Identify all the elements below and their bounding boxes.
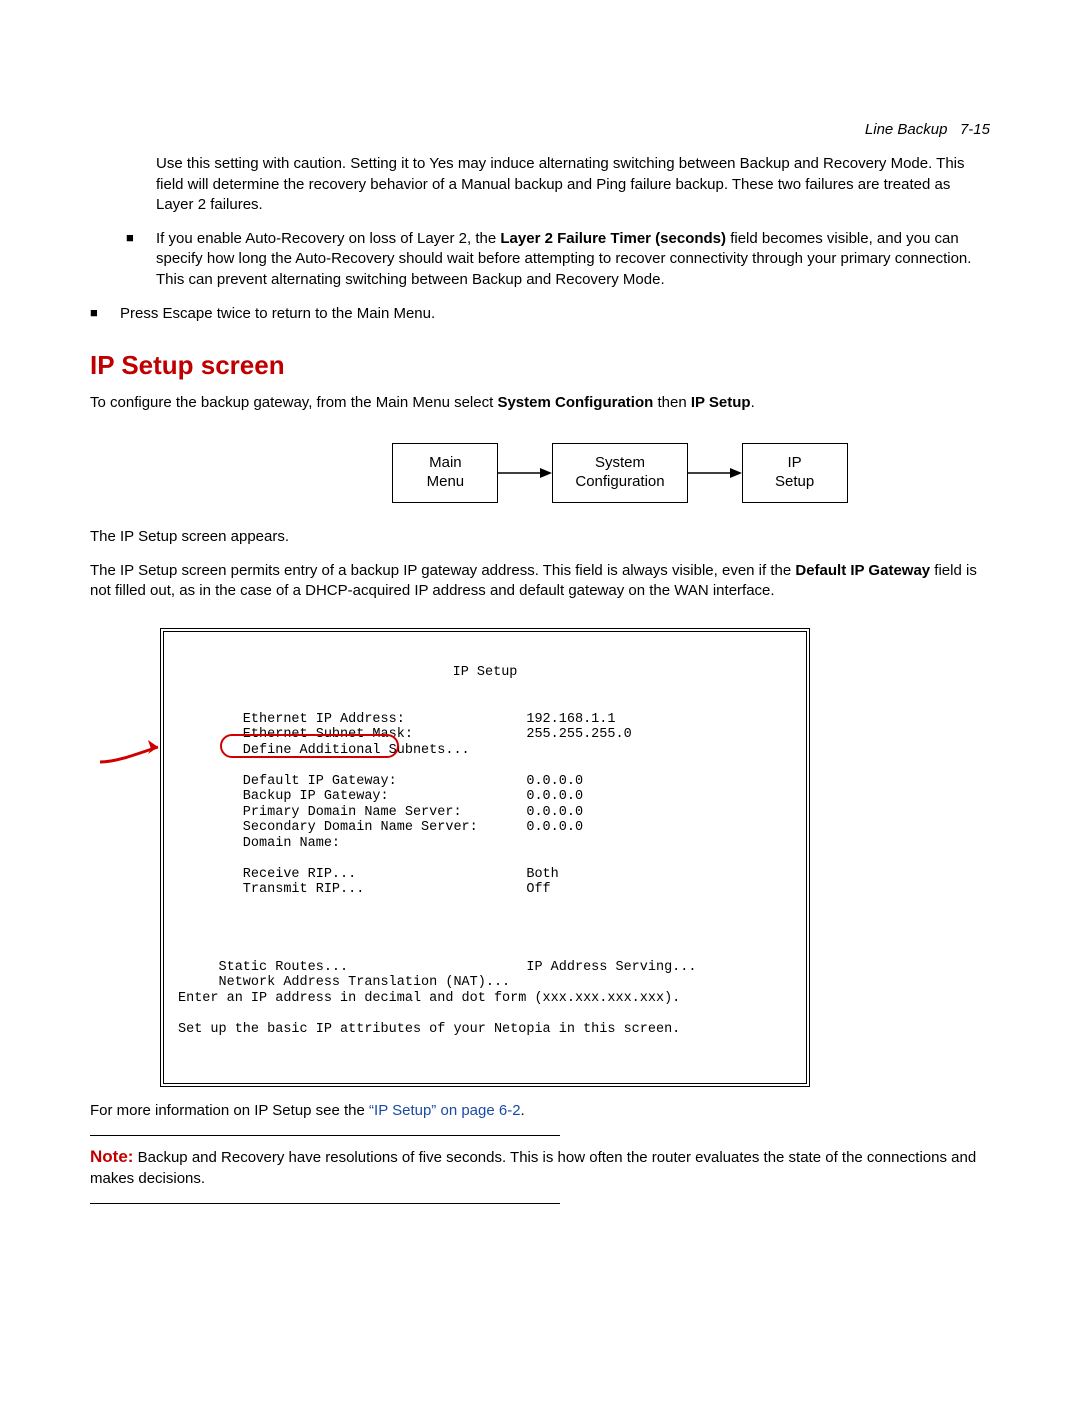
note-paragraph: Note: Backup and Recovery have resolutio… — [90, 1146, 990, 1189]
bullet-marker-icon: ■ — [90, 304, 120, 324]
terminal-screenshot: IP Setup Ethernet IP Address: 192.168.1.… — [160, 628, 810, 1087]
page-root: Line Backup 7-15 Use this setting with c… — [0, 0, 1080, 1414]
terminal-bottom-row: Static Routes... IP Address Serving... — [178, 960, 792, 976]
after-nav-para-2: The IP Setup screen permits entry of a b… — [90, 561, 990, 602]
bullet-marker-icon: ■ — [126, 229, 156, 290]
bullet-text: Press Escape twice to return to the Main… — [120, 304, 990, 324]
terminal-bottom-row: Network Address Translation (NAT)... — [178, 975, 792, 991]
after-nav-para-1: The IP Setup screen appears. — [90, 527, 990, 547]
header-section: Line Backup — [865, 121, 948, 138]
navigation-diagram: Main Menu System Configuration IP Setup — [250, 443, 990, 503]
arrow-right-icon — [498, 466, 552, 480]
arrow-right-icon — [688, 466, 742, 480]
intro-paragraph: Use this setting with caution. Setting i… — [156, 154, 990, 215]
running-header: Line Backup 7-15 — [90, 120, 990, 140]
header-page: 7-15 — [960, 121, 990, 138]
cross-reference-link[interactable]: “IP Setup” on page 6-2 — [369, 1102, 521, 1119]
bullet-item: ■ Press Escape twice to return to the Ma… — [90, 304, 990, 324]
terminal-rows: Ethernet IP Address: 192.168.1.1 Etherne… — [178, 696, 792, 898]
nav-box-ip-setup: IP Setup — [742, 443, 848, 503]
nav-box-system-config: System Configuration — [552, 443, 687, 503]
terminal-box: IP Setup Ethernet IP Address: 192.168.1.… — [160, 628, 810, 1087]
bullet-text: If you enable Auto-Recovery on loss of L… — [156, 229, 990, 290]
terminal-title: IP Setup — [178, 665, 792, 681]
terminal-footer: Enter an IP address in decimal and dot f… — [178, 991, 792, 1007]
note-rule-top — [90, 1135, 560, 1136]
section-heading: IP Setup screen — [90, 348, 990, 383]
terminal-footer: Set up the basic IP attributes of your N… — [178, 1022, 792, 1038]
more-info-para: For more information on IP Setup see the… — [90, 1101, 990, 1121]
config-paragraph: To configure the backup gateway, from th… — [90, 393, 990, 413]
nav-box-main-menu: Main Menu — [392, 443, 498, 503]
note-label: Note: — [90, 1147, 133, 1166]
note-rule-bottom — [90, 1203, 560, 1204]
bullet-item: ■ If you enable Auto-Recovery on loss of… — [126, 229, 990, 290]
